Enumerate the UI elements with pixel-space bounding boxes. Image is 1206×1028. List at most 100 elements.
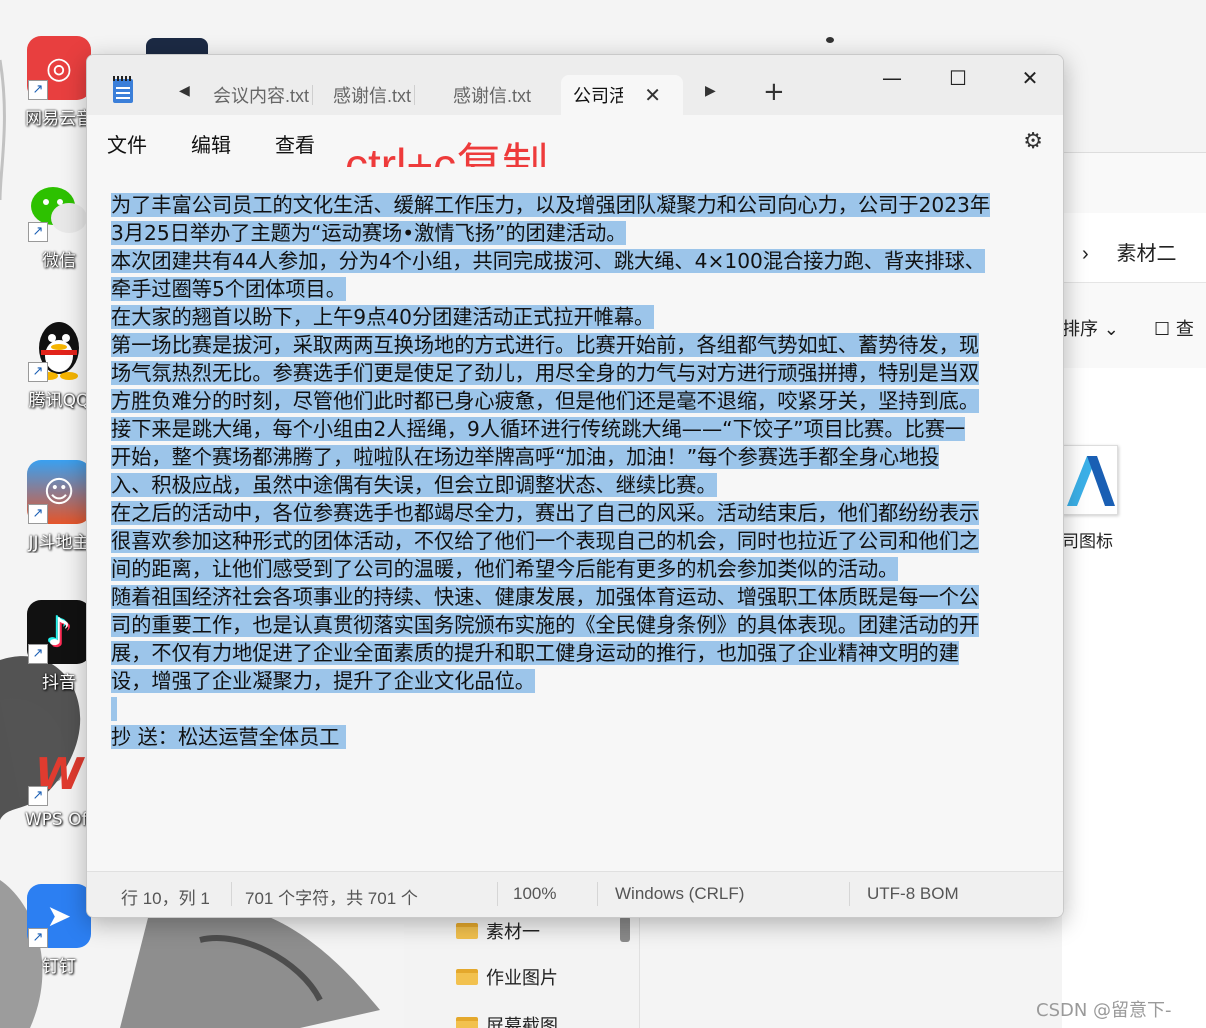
file-label[interactable]: 司图标	[1062, 527, 1113, 552]
breadcrumb[interactable]: › 素材二	[1082, 237, 1176, 266]
folder-icon	[456, 969, 478, 985]
maximize-button[interactable]: ☐	[935, 63, 981, 95]
notepad-window: ◀ 会议内容.txt 感谢信.txt 感谢信.txt 公司活动.txt ✕ ▶ …	[86, 54, 1064, 918]
selected-text: 方胜负难分的时刻，尽管他们此时都已身心疲惫，但是他们还是毫不退缩，咬紧牙关，坚持…	[111, 389, 980, 413]
selected-text	[111, 697, 118, 721]
nav-folder-item[interactable]: 作业图片	[456, 964, 558, 990]
scrollbar-thumb[interactable]	[620, 916, 630, 942]
breadcrumb-separator: ›	[1082, 243, 1089, 265]
char-count: 701 个字符，共 701 个	[245, 889, 418, 908]
selected-text: 展，不仅有力地促进了企业全面素质的提升和职工健身运动的推行，也加强了企业精神文明…	[111, 641, 959, 665]
text-line[interactable]: 司的重要工作，也是认真贯彻落实国务院颁布实施的《全民健身条例》的具体表现。团建活…	[111, 611, 1063, 639]
sort-button[interactable]: 排序 ⌄	[1062, 315, 1119, 341]
status-divider	[597, 882, 598, 906]
tab-label: 会议内容.txt	[213, 86, 310, 106]
text-editor[interactable]: 为了丰富公司员工的文化生活、缓解工作压力，以及增强团队凝聚力和公司向心力，公司于…	[87, 167, 1063, 871]
tab-close-icon[interactable]: ✕	[644, 83, 661, 108]
shortcut-arrow-icon: ↗	[28, 644, 48, 664]
tab-active[interactable]: 公司活动.txt ✕	[561, 75, 683, 115]
text-line[interactable]: 开始，整个赛场都沸腾了，啦啦队在场边举牌高呼“加油，加油！”每个参赛选手都全身心…	[111, 443, 1063, 471]
text-line[interactable]: 抄 送：松达运营全体员工	[111, 723, 1063, 751]
tab-meeting[interactable]: 会议内容.txt	[207, 75, 314, 115]
text-line[interactable]	[111, 695, 1063, 723]
csdn-watermark: CSDN @留意下-	[1036, 1000, 1172, 1021]
selected-text: 司的重要工作，也是认真贯彻落实国务院颁布实施的《全民健身条例》的具体表现。团建活…	[111, 613, 980, 637]
text-line[interactable]: 为了丰富公司员工的文化生活、缓解工作压力，以及增强团队凝聚力和公司向心力，公司于…	[111, 191, 1063, 219]
selected-text: 为了丰富公司员工的文化生活、缓解工作压力，以及增强团队凝聚力和公司向心力，公司于…	[111, 193, 991, 217]
shortcut-arrow-icon: ↗	[28, 786, 48, 806]
status-bar: 行 10，列 1 701 个字符，共 701 个 100% Windows (C…	[87, 871, 1063, 917]
status-divider	[497, 882, 498, 906]
menu-view[interactable]: 查看	[275, 129, 315, 158]
tab-thanks-1[interactable]: 感谢信.txt	[327, 75, 416, 115]
selected-text: 在大家的翘首以盼下，上午9点40分团建活动正式拉开帷幕。	[111, 305, 655, 329]
text-line[interactable]: 很喜欢参加这种形式的团体活动，不仅给了他们一个表现自己的机会，同时也拉近了公司和…	[111, 527, 1063, 555]
selected-text: 第一场比赛是拔河，采取两两互换场地的方式进行。比赛开始前，各组都气势如虹、蓄势待…	[111, 333, 980, 357]
settings-gear-icon[interactable]: ⚙	[1023, 129, 1043, 154]
title-bar[interactable]: ◀ 会议内容.txt 感谢信.txt 感谢信.txt 公司活动.txt ✕ ▶ …	[87, 55, 1063, 115]
text-line[interactable]: 本次团建共有44人参加，分为4个小组，共同完成拔河、跳大绳、4×100混合接力跑…	[111, 247, 1063, 275]
breadcrumb-item[interactable]: 素材二	[1116, 243, 1176, 265]
selected-text: 随着祖国经济社会各项事业的持续、快速、健康发展，加强体育运动、增强职工体质既是每…	[111, 585, 980, 609]
menu-bar	[87, 115, 1063, 165]
selected-text: 设，增强了企业凝聚力，提升了企业文化品位。	[111, 669, 535, 693]
desktop-icon-label: 钉钉	[42, 957, 76, 977]
menu-file[interactable]: 文件	[107, 129, 147, 158]
selected-text: 开始，整个赛场都沸腾了，啦啦队在场边举牌高呼“加油，加油！”每个参赛选手都全身心…	[111, 445, 940, 469]
tab-scroll-left-button[interactable]: ◀	[179, 83, 190, 99]
text-line[interactable]: 随着祖国经济社会各项事业的持续、快速、健康发展，加强体育运动、增强职工体质既是每…	[111, 583, 1063, 611]
text-line[interactable]: 设，增强了企业凝聚力，提升了企业文化品位。	[111, 667, 1063, 695]
text-line[interactable]: 第一场比赛是拔河，采取两两互换场地的方式进行。比赛开始前，各组都气势如虹、蓄势待…	[111, 331, 1063, 359]
close-button[interactable]: ✕	[1007, 63, 1053, 95]
zoom-level[interactable]: 100%	[513, 884, 556, 904]
status-divider	[849, 882, 850, 906]
tab-label: 感谢信.txt	[453, 86, 532, 106]
tab-label: 感谢信.txt	[333, 86, 412, 106]
tab-scroll-right-button[interactable]: ▶	[705, 83, 716, 99]
folder-icon	[456, 1017, 478, 1028]
nav-folder-item[interactable]: 素材一	[456, 918, 540, 944]
nav-folder-label: 作业图片	[486, 968, 558, 989]
new-tab-button[interactable]: +	[763, 77, 785, 107]
text-line[interactable]: 牵手过圈等5个团体项目。	[111, 275, 1063, 303]
editor-text[interactable]: 为了丰富公司员工的文化生活、缓解工作压力，以及增强团队凝聚力和公司向心力，公司于…	[111, 191, 1063, 751]
selected-text: 入、积极应战，虽然中途偶有失误，但会立即调整状态、继续比赛。	[111, 473, 717, 497]
selected-text: 接下来是跳大绳，每个小组由2人摇绳，9人循环进行传统跳大绳——“下饺子”项目比赛…	[111, 417, 966, 441]
tab-label: 公司活动.txt	[573, 86, 623, 106]
file-thumbnail-icon[interactable]	[1062, 445, 1118, 515]
selected-text: 本次团建共有44人参加，分为4个小组，共同完成拔河、跳大绳、4×100混合接力跑…	[111, 249, 985, 273]
minimize-button[interactable]: —	[869, 63, 915, 95]
nav-folder-label: 素材一	[486, 922, 540, 943]
menu-edit[interactable]: 编辑	[191, 129, 231, 158]
view-button[interactable]: ☐ 查	[1154, 315, 1194, 341]
file-explorer-window: › 素材二 排序 ⌄ ☐ 查 司图标	[1062, 152, 1206, 1028]
text-line[interactable]: 接下来是跳大绳，每个小组由2人摇绳，9人循环进行传统跳大绳——“下饺子”项目比赛…	[111, 415, 1063, 443]
shortcut-arrow-icon: ↗	[28, 80, 48, 100]
selected-text: 牵手过圈等5个团体项目。	[111, 277, 346, 301]
selected-text: 场气氛热烈无比。参赛选手们更是使足了劲儿，用尽全身的力气与对方进行顽强拼搏，特别…	[111, 361, 980, 385]
selected-text: 在之后的活动中，各位参赛选手也都竭尽全力，赛出了自己的风采。活动结束后，他们都纷…	[111, 501, 980, 525]
encoding[interactable]: UTF-8 BOM	[867, 884, 959, 904]
text-line[interactable]: 在之后的活动中，各位参赛选手也都竭尽全力，赛出了自己的风采。活动结束后，他们都纷…	[111, 499, 1063, 527]
cursor-position: 行 10，列 1	[121, 889, 210, 908]
text-line[interactable]: 场气氛热烈无比。参赛选手们更是使足了劲儿，用尽全身的力气与对方进行顽强拼搏，特别…	[111, 359, 1063, 387]
tab-thanks-2[interactable]: 感谢信.txt	[447, 75, 531, 115]
shortcut-arrow-icon: ↗	[28, 504, 48, 524]
text-line[interactable]: 入、积极应战，虽然中途偶有失误，但会立即调整状态、继续比赛。	[111, 471, 1063, 499]
selected-text: 抄 送：松达运营全体员工	[111, 725, 346, 749]
shortcut-arrow-icon: ↗	[28, 928, 48, 948]
notepad-app-icon	[113, 76, 133, 103]
text-line[interactable]: 在大家的翘首以盼下，上午9点40分团建活动正式拉开帷幕。	[111, 303, 1063, 331]
nav-folder-item[interactable]: 屏幕截图	[456, 1012, 558, 1028]
text-line[interactable]: 展，不仅有力地促进了企业全面素质的提升和职工健身运动的推行，也加强了企业精神文明…	[111, 639, 1063, 667]
text-line[interactable]: 间的距离，让他们感受到了公司的温暖，他们希望今后能有更多的机会参加类似的活动。	[111, 555, 1063, 583]
text-line[interactable]: 3月25日举办了主题为“运动赛场•激情飞扬”的团建活动。	[111, 219, 1063, 247]
explorer-nav-pane: 素材一 作业图片 屏幕截图	[404, 916, 640, 1028]
selected-text: 间的距离，让他们感受到了公司的温暖，他们希望今后能有更多的机会参加类似的活动。	[111, 557, 899, 581]
status-divider	[231, 882, 232, 906]
selected-text: 很喜欢参加这种形式的团体活动，不仅给了他们一个表现自己的机会，同时也拉近了公司和…	[111, 529, 980, 553]
selected-text: 3月25日举办了主题为“运动赛场•激情飞扬”的团建活动。	[111, 221, 627, 245]
nav-folder-label: 屏幕截图	[486, 1016, 558, 1028]
text-line[interactable]: 方胜负难分的时刻，尽管他们此时都已身心疲惫，但是他们还是毫不退缩，咬紧牙关，坚持…	[111, 387, 1063, 415]
line-ending[interactable]: Windows (CRLF)	[615, 884, 744, 904]
